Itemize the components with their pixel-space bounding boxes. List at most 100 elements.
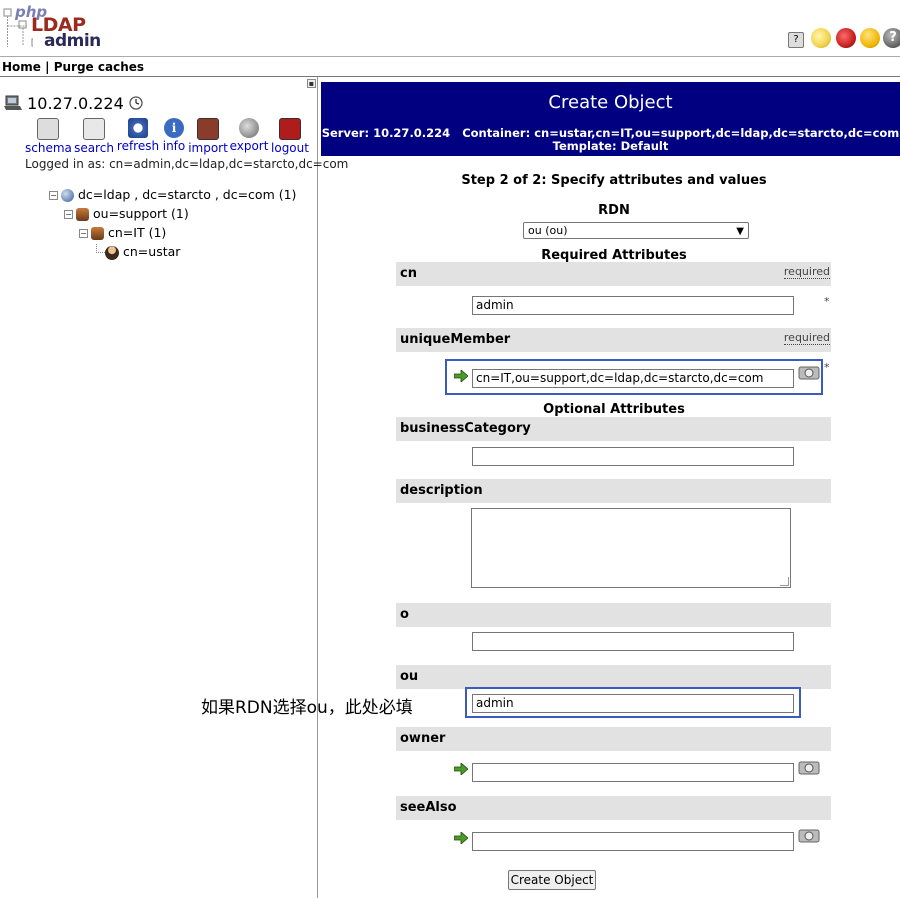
question-icon[interactable]: ? (883, 28, 900, 48)
create-object-titlebar: Create Object Server: 10.27.0.224 Contai… (321, 82, 900, 156)
collapse-sidebar-button[interactable]: ▪ (307, 79, 316, 88)
attr-header-owner: owner (396, 727, 831, 751)
top-menu: Home | Purge caches (2, 60, 144, 74)
attr-header-uniquemember: uniqueMember required (396, 328, 831, 352)
home-link[interactable]: Home (2, 60, 41, 74)
businesscategory-input[interactable] (472, 447, 794, 466)
template-value: Default (620, 139, 669, 153)
info-label: info (162, 139, 186, 153)
info-icon: i (164, 118, 184, 138)
import-icon (197, 118, 219, 140)
description-textarea[interactable] (471, 508, 791, 588)
container-label: Container: (462, 126, 531, 140)
chevron-down-icon: ▼ (736, 226, 744, 237)
search-button[interactable]: search (71, 118, 117, 155)
rdn-select[interactable]: ou (ou) ▼ (523, 222, 749, 239)
attr-name: seeAlso (400, 800, 457, 815)
smiley-icon[interactable] (860, 28, 880, 48)
logout-icon (279, 118, 301, 140)
required-tag: required (783, 331, 830, 345)
attr-name: o (400, 607, 409, 622)
lookup-icon[interactable] (798, 759, 820, 775)
tree-connector (96, 244, 105, 253)
import-label: import (188, 141, 228, 155)
rdn-label: RDN (598, 203, 630, 218)
import-button[interactable]: import (185, 118, 231, 155)
tree-item-cn-ustar[interactable]: cn=ustar (96, 244, 180, 260)
attr-name: uniqueMember (400, 332, 511, 347)
arrow-right-icon[interactable] (454, 832, 468, 844)
server-label: Server: (321, 126, 370, 140)
attr-header-businesscategory: businessCategory (396, 417, 831, 441)
attr-name: description (400, 483, 483, 498)
logout-label: logout (271, 141, 309, 155)
logged-in-text: Logged in as: cn=admin,dc=ldap,dc=starct… (25, 157, 349, 171)
required-star: * (824, 361, 830, 374)
attr-name: businessCategory (400, 421, 531, 436)
ou-input[interactable]: admin (472, 694, 794, 713)
arrow-right-icon[interactable] (454, 763, 468, 775)
attr-header-ou: ou (396, 665, 831, 689)
header-divider (0, 56, 900, 57)
required-attributes-heading: Required Attributes (541, 248, 687, 263)
lookup-icon[interactable] (798, 364, 820, 380)
rdn-selected-value: ou (ou) (528, 224, 568, 237)
o-input[interactable] (472, 632, 794, 651)
template-label: Template: (552, 139, 617, 153)
clock-icon[interactable] (129, 96, 143, 110)
tree-item-root[interactable]: − dc=ldap , dc=starcto , dc=com (1) (49, 187, 296, 202)
search-icon (83, 118, 105, 140)
annotation-text: 如果RDN选择ou，此处必填 (201, 698, 413, 718)
attr-name: cn (400, 266, 417, 281)
group-icon (91, 227, 104, 240)
tree-expander-icon[interactable]: − (49, 191, 58, 200)
panel-divider (317, 77, 318, 898)
tree-expander-icon[interactable]: − (64, 210, 73, 219)
menu-divider (0, 76, 900, 77)
search-label: search (74, 141, 114, 155)
lookup-icon[interactable] (798, 827, 820, 843)
required-tag: required (783, 265, 830, 279)
attr-header-seealso: seeAlso (396, 796, 831, 820)
attr-header-description: description (396, 479, 831, 503)
tree-expander-icon[interactable]: − (79, 229, 88, 238)
optional-attributes-heading: Optional Attributes (543, 402, 685, 417)
server-link[interactable]: 10.27.0.224 (27, 94, 124, 113)
arrow-right-icon[interactable] (454, 370, 468, 382)
uniquemember-input[interactable]: cn=IT,ou=support,dc=ldap,dc=starcto,dc=c… (472, 369, 794, 388)
help-icon[interactable]: ? (788, 32, 804, 48)
export-button[interactable]: export (226, 118, 272, 153)
user-icon (105, 245, 119, 260)
menu-separator: | (45, 60, 50, 74)
idea-bulb-icon[interactable] (811, 28, 831, 48)
server-computer-icon (4, 95, 22, 110)
purge-caches-link[interactable]: Purge caches (54, 60, 144, 74)
tree-item-ou-support[interactable]: − ou=support (1) (64, 206, 189, 221)
tree-item-cn-it[interactable]: − cn=IT (1) (79, 225, 166, 240)
attr-name: owner (400, 731, 446, 746)
create-object-button[interactable]: Create Object (508, 870, 596, 890)
tree-item-label: ou=support (1) (93, 206, 189, 221)
owner-input[interactable] (472, 763, 794, 782)
tree-item-label: dc=ldap , dc=starcto , dc=com (1) (78, 187, 297, 202)
group-icon (76, 208, 89, 221)
logo-admin-text: admin (44, 31, 101, 51)
step-heading: Step 2 of 2: Specify attributes and valu… (461, 173, 767, 188)
cn-input[interactable]: admin (472, 296, 794, 315)
resize-grip-icon[interactable] (780, 577, 789, 586)
required-star: * (824, 295, 830, 308)
schema-button[interactable]: schema (25, 118, 72, 155)
export-icon (239, 118, 259, 138)
phpldapadmin-logo: php LDAP admin (3, 3, 103, 53)
export-label: export (229, 139, 269, 153)
container-value: cn=ustar,cn=IT,ou=support,dc=ldap,dc=sta… (534, 126, 900, 140)
page-title: Create Object (548, 92, 673, 113)
schema-icon (37, 118, 59, 140)
globe-icon (61, 189, 74, 202)
context-info: Server: 10.27.0.224 Container: cn=ustar,… (321, 127, 900, 153)
bug-icon[interactable] (836, 28, 856, 48)
seealso-input[interactable] (472, 832, 794, 851)
logout-button[interactable]: logout (267, 118, 313, 155)
refresh-icon (128, 118, 148, 138)
server-value: 10.27.0.224 (373, 126, 451, 140)
